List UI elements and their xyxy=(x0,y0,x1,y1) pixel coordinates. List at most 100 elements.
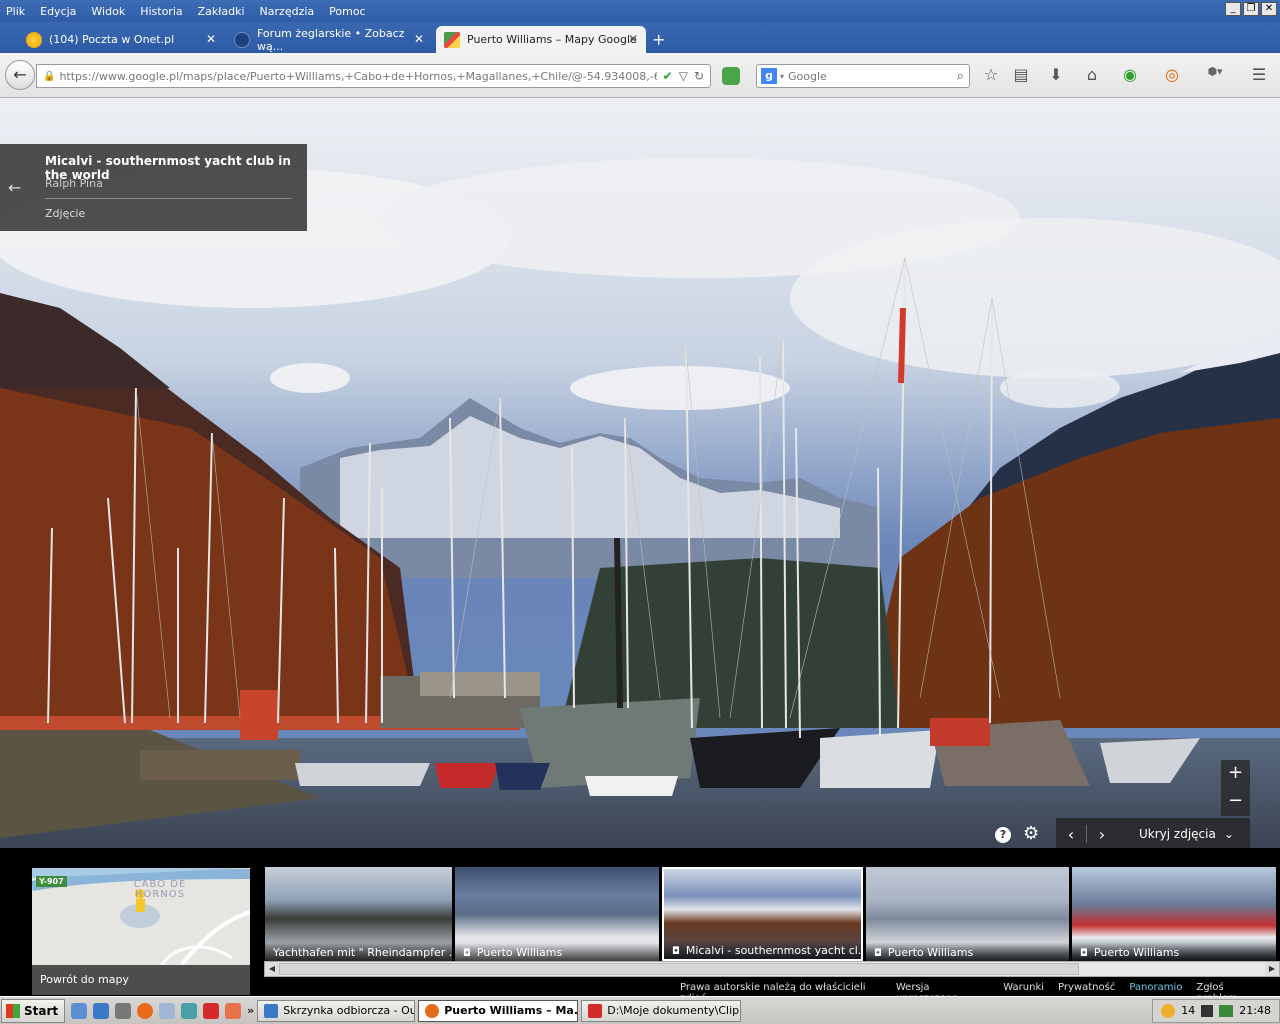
show-desktop-icon[interactable] xyxy=(71,1002,88,1019)
scrollbar-thumb[interactable] xyxy=(279,963,1079,975)
start-button[interactable]: Start xyxy=(1,998,66,1023)
thumbnail-photo[interactable]: ◘ Puerto Williams xyxy=(866,867,1069,961)
url-bar[interactable]: 🔒 https://www.google.pl/maps/place/Puert… xyxy=(36,64,711,88)
bookmarks-list-icon[interactable]: ▤ xyxy=(1010,65,1032,84)
next-photo-chevron-icon[interactable]: › xyxy=(1087,825,1117,844)
menu-file[interactable]: Plik xyxy=(6,5,25,18)
messenger-quicklaunch-icon[interactable] xyxy=(115,1002,132,1019)
addon-orange-icon[interactable]: ◎ xyxy=(1161,65,1183,84)
new-tab-icon[interactable]: + xyxy=(652,30,665,49)
terms-link[interactable]: Warunki xyxy=(1003,982,1044,996)
menu-edit[interactable]: Edycja xyxy=(40,5,76,18)
filmstrip-scrollbar[interactable]: ◀ ▶ xyxy=(264,961,1280,977)
close-tab-icon[interactable]: ✕ xyxy=(414,32,424,46)
menu-bar: Plik Edycja Widok Historia Zakładki Narz… xyxy=(0,0,1280,22)
thumbnail-caption-text: Puerto Williams xyxy=(887,946,974,959)
camera-icon: ◘ xyxy=(672,946,680,957)
copyright-text: Prawa autorskie należą do właścicieli zd… xyxy=(679,982,866,1004)
tray-monitor-icon[interactable] xyxy=(1201,1004,1214,1017)
more-quicklaunch-icon[interactable]: » xyxy=(247,1004,254,1017)
search-bar[interactable]: g ▾ Google ⌕ xyxy=(756,64,970,88)
tray-network-icon[interactable] xyxy=(1219,1004,1234,1017)
minimize-button[interactable]: _ xyxy=(1225,2,1241,16)
tab-onet[interactable]: (104) Poczta w Onet.pl ✕ xyxy=(18,26,224,53)
double-chevron-down-icon[interactable]: ⌄ xyxy=(1224,827,1234,841)
divider xyxy=(45,198,292,199)
search-icon[interactable]: ⌕ xyxy=(957,69,964,84)
map-place-label: CABO DE HORNOS xyxy=(133,879,187,900)
menu-view[interactable]: Widok xyxy=(91,5,125,18)
zoom-in-button[interactable]: + xyxy=(1221,760,1250,788)
menu-history[interactable]: Historia xyxy=(140,5,182,18)
zoom-out-button[interactable]: − xyxy=(1221,788,1250,816)
reload-icon[interactable]: ↻ xyxy=(694,69,704,83)
outlook-icon xyxy=(264,1003,279,1018)
back-arrow-icon[interactable]: ← xyxy=(8,178,21,197)
thumbnail-photo[interactable]: ◘ Puerto Williams xyxy=(1072,867,1276,961)
google-maps-favicon-icon xyxy=(444,31,460,48)
camera-icon: ◘ xyxy=(1080,948,1088,959)
menu-tools[interactable]: Narzędzia xyxy=(260,5,315,18)
lock-icon: 🔒 xyxy=(43,70,56,82)
menu-bookmarks[interactable]: Zakładki xyxy=(198,5,245,18)
google-engine-icon[interactable]: g xyxy=(761,68,777,84)
zoom-control: + − xyxy=(1221,760,1250,816)
thumbnail-photo[interactable]: Yachthafen mit " Rheindampfer ... xyxy=(265,867,452,961)
map-photo-view[interactable]: ← Micalvi - southernmost yacht club in t… xyxy=(0,98,1280,848)
simple-version-link[interactable]: Wersja uproszczona xyxy=(896,982,989,1004)
close-tab-icon[interactable]: ✕ xyxy=(206,32,216,46)
menu-help[interactable]: Pomoc xyxy=(329,5,365,18)
thumbnail-photo[interactable]: ◘ Puerto Williams xyxy=(455,867,659,961)
hide-photos-button[interactable]: Ukryj zdjęcia xyxy=(1139,827,1216,841)
close-window-button[interactable]: ✕ xyxy=(1261,2,1277,16)
minimap[interactable]: Y-907 CABO DE HORNOS Powrót do mapy xyxy=(32,868,250,995)
clipboard-app-icon xyxy=(588,1003,603,1018)
back-button[interactable]: ← xyxy=(5,60,35,90)
windows-taskbar: Start » Skrzynka odbiorcza - Out... Puer… xyxy=(0,996,1280,1024)
restore-button[interactable]: ❐ xyxy=(1243,2,1259,16)
app-orange-quicklaunch-icon[interactable] xyxy=(225,1002,242,1019)
photo-author-link[interactable]: Ralph Pina xyxy=(45,177,103,190)
home-icon[interactable]: ⌂ xyxy=(1081,65,1103,84)
engine-dropdown-icon[interactable]: ▾ xyxy=(780,72,784,81)
addon-shield-icon[interactable] xyxy=(722,67,740,85)
tab-forum[interactable]: Forum żeglarskie • Zobacz wą... ✕ xyxy=(226,26,432,53)
photo-type-label: Zdjęcie xyxy=(45,207,86,220)
tab-google-maps[interactable]: Puerto Williams – Mapy Google ✕ xyxy=(436,26,646,53)
tray-app-icon[interactable] xyxy=(1161,1003,1176,1018)
panoramio-logo[interactable]: Panoramio xyxy=(1129,982,1182,996)
windows-logo-icon xyxy=(6,1003,20,1018)
url-dropdown-icon[interactable]: ▽ xyxy=(679,69,688,83)
tray-count: 14 xyxy=(1181,1004,1196,1017)
privacy-link[interactable]: Prywatność xyxy=(1058,982,1115,996)
bookmark-star-icon[interactable]: ☆ xyxy=(980,65,1002,84)
gear-icon[interactable]: ⚙ xyxy=(1023,823,1039,844)
thumbnail-caption-text: Puerto Williams xyxy=(476,946,563,959)
task-outlook[interactable]: Skrzynka odbiorcza - Out... xyxy=(257,999,416,1022)
task-firefox[interactable]: Puerto Williams – Ma... xyxy=(418,999,579,1022)
help-icon[interactable]: ? xyxy=(995,827,1011,843)
thumbnail-caption-text: Micalvi - southernmost yacht cl... xyxy=(685,944,861,957)
forum-favicon-icon xyxy=(234,31,250,48)
navigation-bar: ← 🔒 https://www.google.pl/maps/place/Pue… xyxy=(0,53,1280,98)
app-quicklaunch-icon[interactable] xyxy=(181,1002,198,1019)
adblock-icon[interactable]: ⬢▾ xyxy=(1200,65,1230,78)
onet-favicon-icon xyxy=(26,31,42,48)
back-to-map-link[interactable]: Powrót do mapy xyxy=(32,965,250,995)
close-tab-icon[interactable]: ✕ xyxy=(628,32,638,46)
scroll-right-icon[interactable]: ▶ xyxy=(1265,962,1279,976)
prev-photo-chevron-icon[interactable]: ‹ xyxy=(1056,825,1086,844)
firefox-quicklaunch-icon[interactable] xyxy=(137,1002,154,1019)
start-label: Start xyxy=(24,1003,59,1018)
task-explorer[interactable]: D:\Moje dokumenty\Clip... xyxy=(581,999,742,1022)
notepad-quicklaunch-icon[interactable] xyxy=(159,1002,176,1019)
app-red-quicklaunch-icon[interactable] xyxy=(203,1002,220,1019)
addon-green-icon[interactable]: ◉ xyxy=(1119,65,1141,84)
report-problem-link[interactable]: Zgłoś problem xyxy=(1196,982,1264,1004)
download-icon[interactable]: ⬇ xyxy=(1045,65,1067,84)
outlook-quicklaunch-icon[interactable] xyxy=(93,1002,110,1019)
scroll-left-icon[interactable]: ◀ xyxy=(265,962,279,976)
thumbnail-caption: ◘ Puerto Williams xyxy=(1072,943,1276,961)
thumbnail-photo-selected[interactable]: ◘ Micalvi - southernmost yacht cl... xyxy=(662,867,863,961)
menu-hamburger-icon[interactable]: ☰ xyxy=(1248,65,1270,84)
